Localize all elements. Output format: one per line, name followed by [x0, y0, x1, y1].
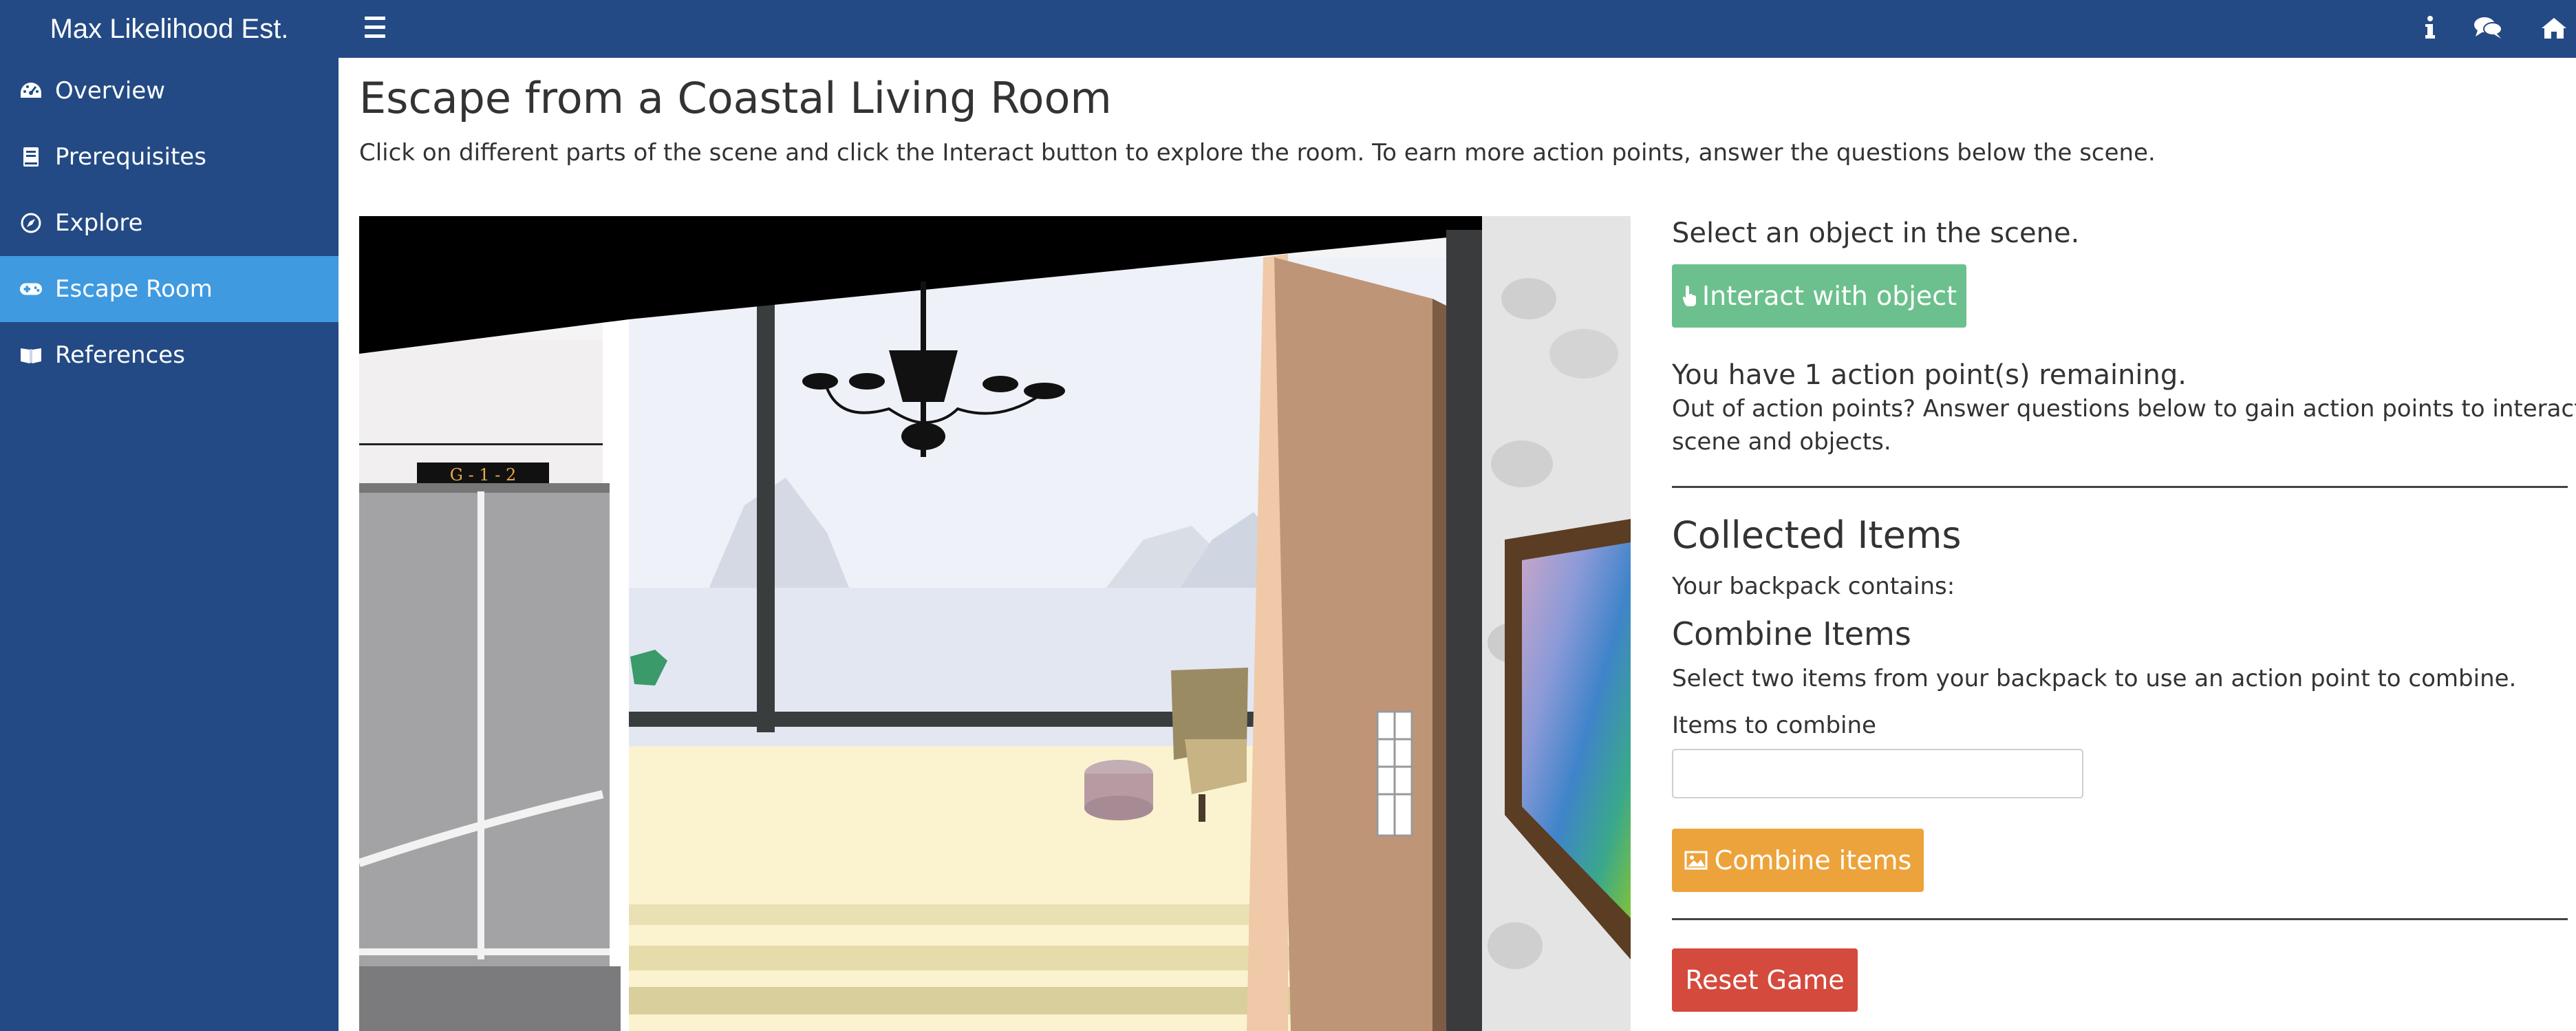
combine-items-button[interactable]: Combine items: [1672, 829, 1924, 892]
combine-instructions: Select two items from your backpack to u…: [1672, 665, 2517, 692]
interact-button-label: Interact with object: [1702, 281, 1957, 311]
divider: [1672, 918, 2568, 920]
refrigerator[interactable]: [359, 483, 621, 1031]
door[interactable]: [1247, 254, 1446, 1031]
sidebar-item-escape-room[interactable]: Escape Room: [0, 256, 339, 322]
book-icon: [19, 145, 43, 169]
combine-button-label: Combine items: [1714, 845, 1912, 875]
window-frame: [757, 257, 775, 732]
combine-items-heading: Combine Items: [1672, 615, 1911, 652]
intro-text: Click on different parts of the scene an…: [359, 139, 2156, 167]
ottoman[interactable]: [1084, 760, 1153, 820]
open-book-icon: [19, 343, 43, 367]
fridge-sign[interactable]: G - 1 - 2: [417, 463, 549, 486]
reset-game-button[interactable]: Reset Game: [1672, 948, 1858, 1012]
sign-code: G - 1 - 2: [450, 465, 516, 485]
select-prompt: Select an object in the scene.: [1672, 217, 2080, 249]
sidebar-item-label: Escape Room: [55, 275, 213, 303]
image-icon: [1684, 850, 1708, 871]
hand-pointer-icon: [1682, 284, 1698, 308]
divider: [1672, 486, 2568, 488]
comments-icon[interactable]: [2473, 12, 2503, 43]
interact-button[interactable]: Interact with object: [1672, 264, 1966, 328]
sidebar-item-label: Overview: [55, 77, 166, 105]
top-navbar: Max Likelihood Est.: [0, 0, 2576, 58]
escape-room-scene[interactable]: G - 1 - 2: [359, 216, 1631, 1031]
scene-illustration: G - 1 - 2: [359, 216, 1631, 1031]
backpack-contents: Your backpack contains:: [1672, 573, 1955, 600]
out-of-points-line1: Out of action points? Answer questions b…: [1672, 395, 2576, 423]
action-points-status: You have 1 action point(s) remaining.: [1672, 359, 2187, 391]
sidebar-item-label: References: [55, 341, 185, 369]
sidebar-item-label: Explore: [55, 209, 143, 237]
sidebar-item-label: Prerequisites: [55, 143, 206, 171]
sidebar-item-overview[interactable]: Overview: [0, 58, 339, 124]
collected-items-heading: Collected Items: [1672, 513, 1962, 557]
hamburger-icon[interactable]: [365, 14, 385, 41]
sidebar-item-references[interactable]: References: [0, 322, 339, 388]
gamepad-icon: [19, 277, 43, 301]
dashboard-icon: [19, 79, 43, 103]
sidebar: Overview Prerequisites Explore Escape Ro…: [0, 58, 339, 1031]
sidebar-item-explore[interactable]: Explore: [0, 190, 339, 256]
page-title: Escape from a Coastal Living Room: [359, 73, 1112, 123]
info-icon[interactable]: [2421, 12, 2440, 43]
home-icon[interactable]: [2540, 12, 2568, 43]
compass-icon: [19, 211, 43, 235]
items-to-combine-input[interactable]: [1672, 749, 2083, 798]
items-to-combine-label: Items to combine: [1672, 712, 1876, 739]
app-title[interactable]: Max Likelihood Est.: [0, 0, 339, 58]
out-of-points-line2: scene and objects.: [1672, 428, 1891, 456]
sidebar-item-prerequisites[interactable]: Prerequisites: [0, 124, 339, 190]
